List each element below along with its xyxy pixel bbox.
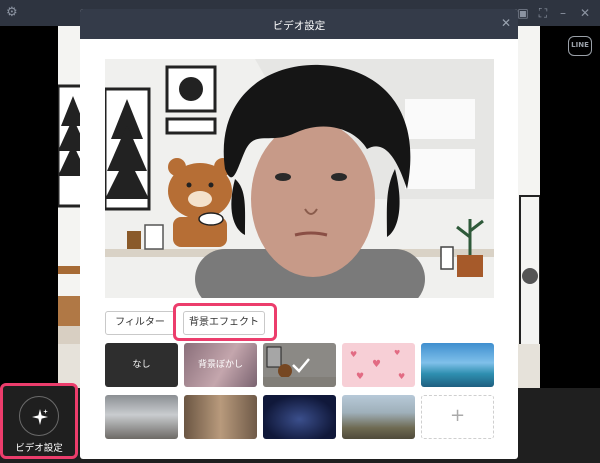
line-logo: LINE (568, 36, 592, 56)
sparkle-icon (32, 409, 48, 425)
svg-text:♥: ♥ (372, 359, 381, 370)
bg-thumb-hearts[interactable]: ♥ ♥ ♥ ♥ ♥ (342, 343, 415, 387)
tab-filter[interactable]: フィルター (105, 311, 175, 335)
svg-text:♥: ♥ (356, 372, 364, 382)
bg-thumb-brown-room[interactable] (263, 343, 336, 387)
svg-text:♥: ♥ (394, 349, 400, 357)
preview-illustration (105, 59, 494, 298)
bg-thumb-none[interactable]: なし (105, 343, 178, 387)
add-background-button[interactable]: + (421, 395, 494, 439)
bg-thumb-studio[interactable] (184, 395, 257, 439)
camera-preview (105, 59, 494, 298)
minimize-icon[interactable]: – (556, 6, 570, 20)
close-icon[interactable]: ✕ (500, 17, 512, 29)
bg-thumb-space[interactable] (263, 395, 336, 439)
bg-thumb-city[interactable] (342, 395, 415, 439)
window-close-icon[interactable]: ✕ (578, 6, 592, 20)
hearts-preview: ♥ ♥ ♥ ♥ ♥ (350, 349, 405, 382)
bg-thumb-none-label: なし (132, 360, 151, 370)
video-settings-dialog: ビデオ設定 ✕ フィルター 背景エフェクト なし 背景ぼかし ♥ ♥ ♥ ♥ ♥… (80, 9, 518, 459)
bg-thumb-office[interactable] (105, 395, 178, 439)
dialog-title: ビデオ設定 (272, 20, 326, 32)
bg-thumb-beach[interactable] (421, 343, 494, 387)
fullscreen-icon[interactable]: ⛶ (536, 6, 550, 20)
tab-background-effect[interactable]: 背景エフェクト (183, 311, 265, 335)
overlap-icon[interactable]: ▣ (516, 6, 530, 20)
brown-room-preview (263, 343, 336, 387)
gear-icon[interactable]: ⚙ (6, 6, 20, 20)
svg-text:♥: ♥ (350, 350, 357, 359)
svg-text:♥: ♥ (398, 372, 405, 381)
video-settings-button[interactable]: ビデオ設定 (0, 383, 78, 459)
dialog-header: ビデオ設定 ✕ (80, 9, 518, 39)
video-settings-circle (19, 396, 59, 436)
bg-thumb-blur[interactable]: 背景ぼかし (184, 343, 257, 387)
bg-thumb-blur-label: 背景ぼかし (197, 360, 243, 370)
video-settings-label: ビデオ設定 (15, 443, 63, 454)
